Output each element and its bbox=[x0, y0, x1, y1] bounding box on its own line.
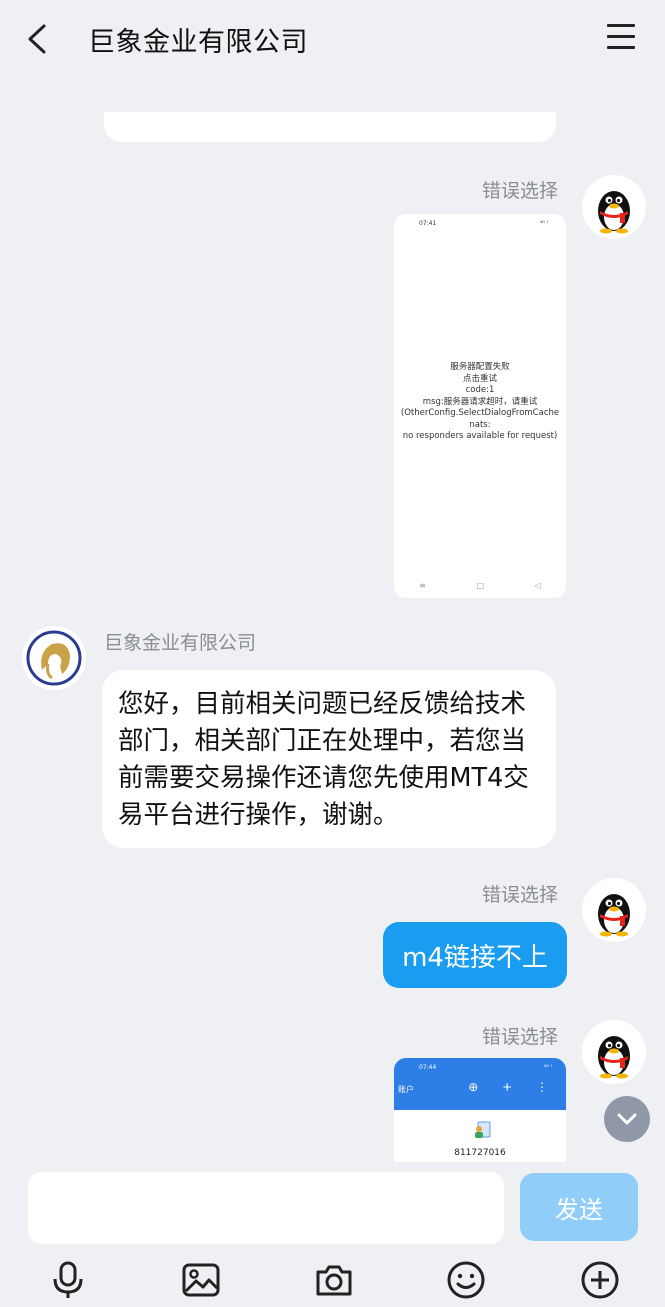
user-avatar[interactable] bbox=[582, 175, 646, 239]
account-icon bbox=[475, 1121, 491, 1138]
image-message-screenshot[interactable]: 07:41 ⁴ᴳ ᴵ 服务器配置失败 点击重试 code:1 msg:服务器请求… bbox=[394, 214, 566, 598]
elephant-logo-icon bbox=[26, 630, 82, 686]
screenshot-account-card: 811727016 bbox=[398, 1110, 562, 1162]
chevron-down-icon bbox=[617, 1113, 637, 1125]
previous-message-bubble bbox=[104, 112, 556, 142]
message-bubble-sent[interactable]: m4链接不上 bbox=[383, 922, 567, 988]
account-number: 811727016 bbox=[454, 1148, 506, 1158]
emoji-icon[interactable] bbox=[446, 1260, 486, 1300]
scroll-to-bottom-button[interactable] bbox=[604, 1096, 650, 1142]
screenshot-time: 07:41 bbox=[419, 220, 437, 227]
screenshot-navbar: ≡ □ ◁ bbox=[419, 581, 541, 590]
image-icon[interactable] bbox=[181, 1260, 221, 1300]
screenshot-error-text: 服务器配置失败 点击重试 code:1 msg:服务器请求超时，请重试 (Oth… bbox=[400, 362, 560, 441]
user-avatar[interactable] bbox=[582, 878, 646, 942]
message-bubble-received[interactable]: 您好，目前相关问题已经反馈给技术部门，相关部门正在处理中，若您当前需要交易操作还… bbox=[102, 670, 556, 848]
user-avatar[interactable] bbox=[582, 1020, 646, 1084]
sender-name: 错误选择 bbox=[482, 1026, 559, 1048]
page-title: 巨象金业有限公司 bbox=[88, 27, 308, 58]
chat-header: 巨象金业有限公司 bbox=[0, 0, 665, 80]
message-input[interactable] bbox=[28, 1172, 504, 1244]
microphone-icon[interactable] bbox=[48, 1260, 88, 1300]
image-message-screenshot[interactable]: 07:44 ⁴ᴳ ᴵ 账户 ⊕ + ⋮ 811727016 bbox=[394, 1058, 566, 1162]
penguin-avatar-icon bbox=[598, 191, 630, 234]
sender-name: 错误选择 bbox=[482, 180, 559, 202]
sender-name: 错误选择 bbox=[482, 884, 559, 906]
menu-icon[interactable] bbox=[607, 24, 635, 52]
screenshot-status: ⁴ᴳ ᴵ bbox=[539, 220, 548, 227]
company-avatar[interactable] bbox=[22, 626, 86, 690]
penguin-avatar-icon bbox=[598, 894, 630, 937]
penguin-avatar-icon bbox=[598, 1036, 630, 1079]
sender-name: 巨象金业有限公司 bbox=[104, 632, 257, 654]
screenshot-app-header: 07:44 ⁴ᴳ ᴵ 账户 ⊕ + ⋮ bbox=[394, 1058, 566, 1110]
send-button[interactable]: 发送 bbox=[520, 1173, 638, 1241]
camera-icon[interactable] bbox=[314, 1260, 354, 1300]
add-icon[interactable] bbox=[580, 1260, 620, 1300]
chevron-left-icon[interactable] bbox=[22, 22, 52, 56]
